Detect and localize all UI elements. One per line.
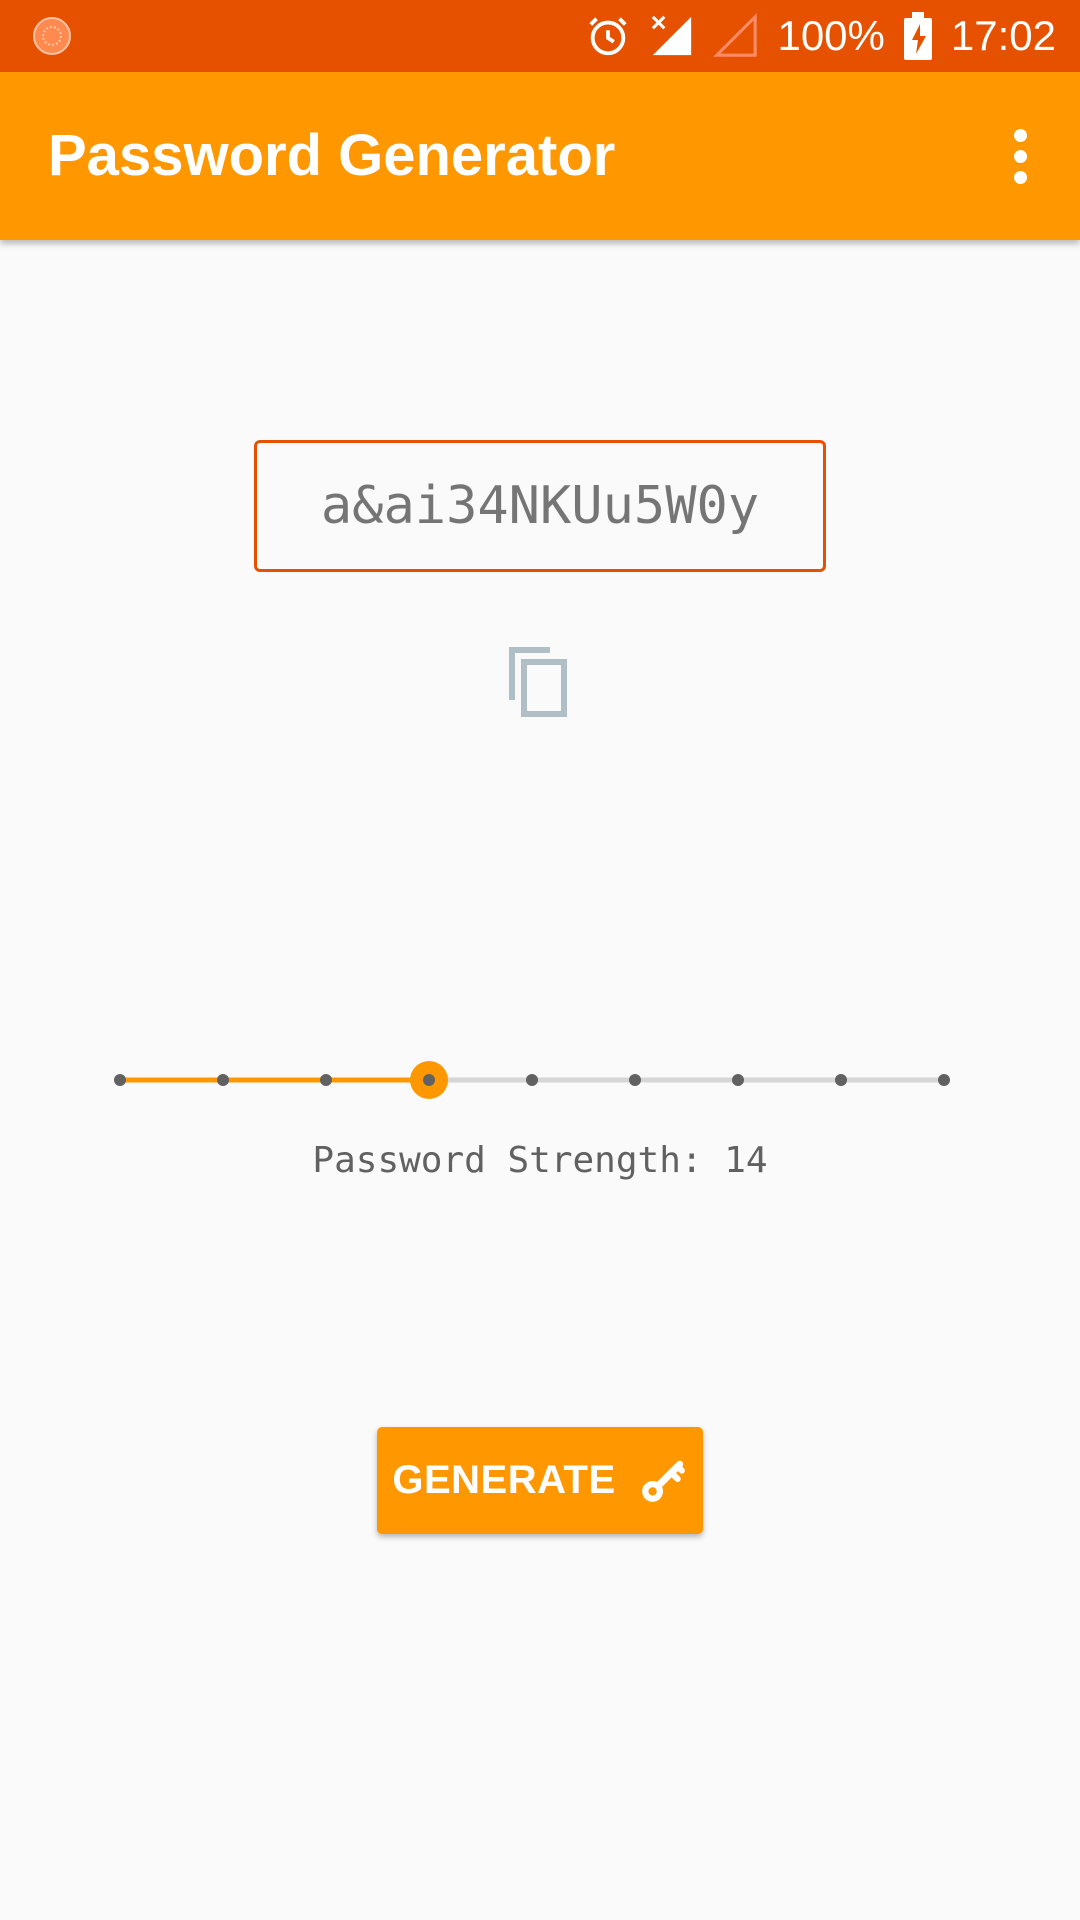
more-vert-icon-dot bbox=[1013, 149, 1027, 163]
key-icon bbox=[641, 1460, 685, 1502]
slider-tick bbox=[526, 1074, 538, 1086]
more-vert-icon-dot bbox=[1013, 170, 1027, 184]
slider-tick bbox=[320, 1074, 332, 1086]
password-field[interactable]: a&ai34NKUu5W0y bbox=[254, 440, 826, 572]
alarm-icon bbox=[589, 17, 628, 56]
app-title: Password Generator bbox=[48, 123, 616, 188]
slider-tick bbox=[938, 1074, 950, 1086]
slider-tick bbox=[732, 1074, 744, 1086]
copy-icon[interactable] bbox=[504, 644, 576, 720]
slider-tick bbox=[835, 1074, 847, 1086]
slider-tick bbox=[629, 1074, 641, 1086]
slider-thumb-tick bbox=[423, 1074, 435, 1086]
strength-slider[interactable] bbox=[96, 1056, 968, 1104]
battery-charging-icon bbox=[903, 12, 932, 60]
strength-label: Password Strength: 14 bbox=[312, 1140, 768, 1181]
battery-percent: 100% bbox=[777, 12, 885, 59]
signal-no-data-icon bbox=[652, 15, 692, 56]
clock: 17:02 bbox=[950, 12, 1056, 59]
more-vert-icon bbox=[1013, 128, 1027, 142]
signal-empty-icon bbox=[713, 13, 758, 57]
more-options-button[interactable] bbox=[984, 120, 1056, 192]
app-bar: Password Generator bbox=[0, 72, 1080, 240]
slider-tick bbox=[217, 1074, 229, 1086]
status-bar: 100% 17:02 bbox=[0, 0, 1080, 72]
slider-tick bbox=[114, 1074, 126, 1086]
notification-icon bbox=[33, 17, 71, 55]
generate-label: GENERATE bbox=[392, 1458, 616, 1502]
generate-button[interactable]: GENERATE bbox=[377, 1427, 703, 1534]
password-text: a&ai34NKUu5W0y bbox=[320, 476, 760, 536]
